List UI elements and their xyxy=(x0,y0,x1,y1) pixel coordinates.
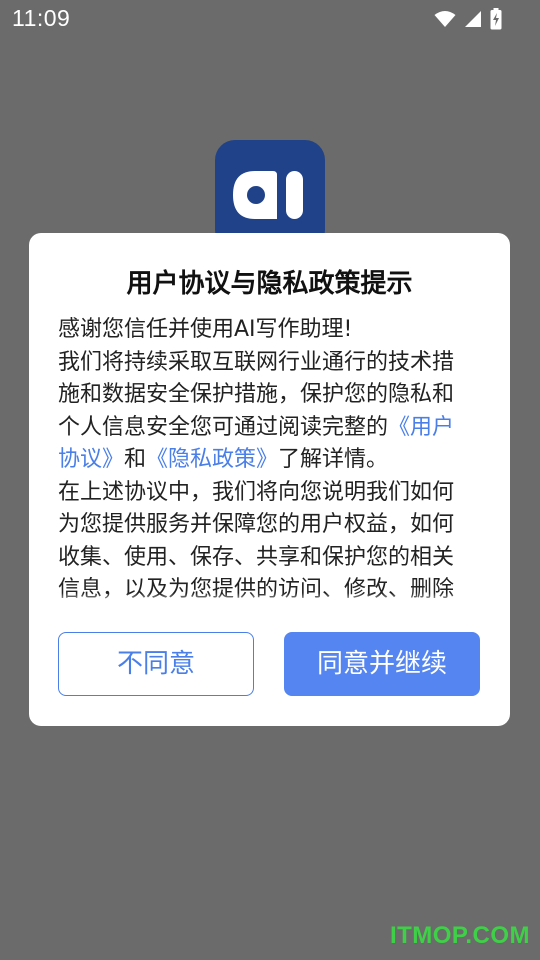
battery-charging-icon xyxy=(490,8,502,30)
wifi-icon xyxy=(434,11,456,27)
cellular-signal-icon xyxy=(465,11,481,27)
scroll-fade xyxy=(58,593,468,605)
status-icons xyxy=(434,8,502,30)
agree-continue-button[interactable]: 同意并继续 xyxy=(284,632,480,696)
status-time: 11:09 xyxy=(12,5,71,31)
watermark-text: ITMOP.COM xyxy=(389,922,530,949)
privacy-policy-link[interactable]: 《隐私政策》 xyxy=(146,447,278,472)
dialog-paragraph-agreement: 在上述协议中，我们将向您说明我们如何为您提供服务并保障您的用户权益，如何收集、使… xyxy=(58,479,455,603)
dialog-paragraph-privacy: 我们将持续采取互联网行业通行的技术措施和数据安全保护措施，保护您的隐私和个人信息… xyxy=(58,347,468,477)
dialog-paragraph-welcome: 感谢您信任并使用AI写作助理! xyxy=(58,317,353,342)
dialog-body-scroll[interactable]: 感谢您信任并使用AI写作助理! 我们将持续采取互联网行业通行的技术措施和数据安全… xyxy=(58,314,468,605)
disagree-button[interactable]: 不同意 xyxy=(58,632,254,696)
privacy-dialog: 用户协议与隐私政策提示 感谢您信任并使用AI写作助理! 我们将持续采取互联网行业… xyxy=(29,233,510,726)
dialog-title: 用户协议与隐私政策提示 xyxy=(126,269,413,299)
status-bar: 11:09 xyxy=(0,0,540,38)
screen: 11:09 用户协议与隐私政策提示 感谢您信任并使用AI写作助理! 我们将持续采… xyxy=(0,0,540,960)
and-text: 和 xyxy=(124,447,147,472)
details-text: 了解详情。 xyxy=(278,447,389,472)
